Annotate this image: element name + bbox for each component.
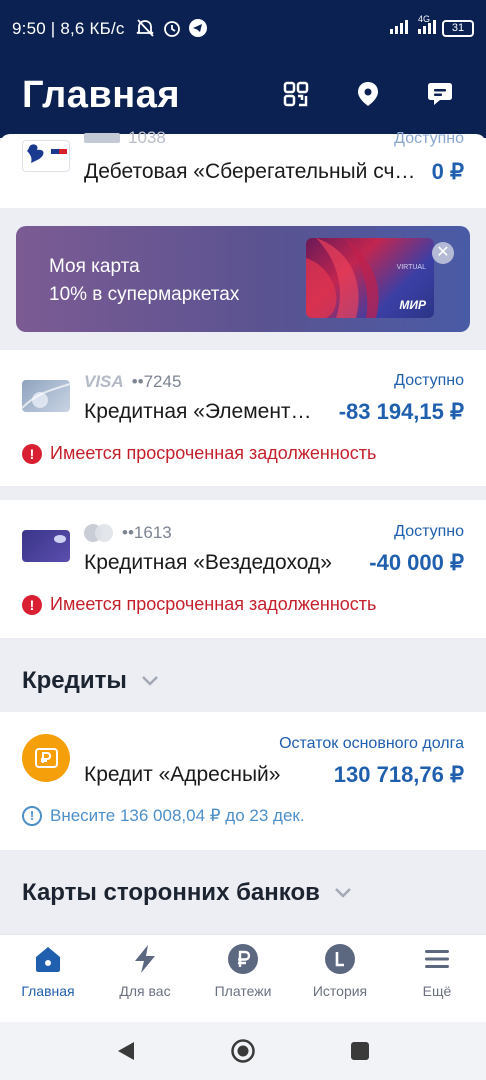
- map-button[interactable]: [352, 78, 384, 110]
- available-label: Доступно: [394, 130, 464, 147]
- back-icon[interactable]: [116, 1040, 136, 1062]
- account-amount: 0 ₽: [431, 159, 464, 184]
- loan-icon: [22, 734, 70, 782]
- warning-text: Имеется просроченная задолженность: [50, 594, 377, 614]
- card-amount: -83 194,15 ₽: [338, 399, 464, 424]
- warning-text: Имеется просроченная задолженность: [50, 443, 377, 463]
- credit-card-item[interactable]: VISA ••7245 Доступно Кредитная «Элемент……: [0, 350, 486, 486]
- network-type: 4G: [418, 14, 431, 24]
- other-banks-section-header[interactable]: Карты сторонних банков: [22, 879, 352, 907]
- qr-scan-button[interactable]: [280, 78, 312, 110]
- account-meta: 1038: [84, 128, 166, 148]
- account-number: 1038: [128, 128, 166, 147]
- chat-button[interactable]: [424, 78, 456, 110]
- bank-logo-icon: [22, 140, 70, 172]
- nav-label: Для вас: [119, 983, 171, 999]
- battery-icon: 31: [442, 20, 474, 37]
- promo-title: Моя карта: [49, 256, 140, 277]
- card-thumbnail: [22, 380, 70, 412]
- app-header: Главная: [0, 58, 486, 138]
- available-label: Доступно: [394, 523, 464, 540]
- card-meta: ••1613: [84, 523, 172, 543]
- nav-label: Платежи: [214, 983, 272, 999]
- info-icon: !: [22, 806, 42, 826]
- signal-icon: 4G: [390, 14, 436, 34]
- nav-more[interactable]: Ещё: [389, 943, 485, 999]
- payment-notice-text: Внесите 136 008,04 ₽ до 23 дек.: [50, 806, 305, 825]
- status-time: 9:50 | 8,6 КБ/с: [12, 19, 125, 38]
- qr-icon: [283, 81, 309, 107]
- card-number: ••1613: [122, 523, 172, 542]
- menu-icon: [425, 950, 449, 968]
- card-thumbnail: [22, 530, 70, 562]
- ruble-icon: [228, 944, 258, 974]
- recents-icon[interactable]: [350, 1041, 370, 1061]
- card-badge: VIRTUAL: [396, 264, 426, 271]
- mastercard-logo-icon: [84, 524, 114, 542]
- nav-payments[interactable]: Платежи: [195, 943, 291, 999]
- card-amount: -40 000 ₽: [369, 550, 464, 575]
- status-bar: 9:50 | 8,6 КБ/с 4G 31: [0, 0, 486, 58]
- alert-icon: !: [22, 594, 42, 615]
- payment-notice: ! Внесите 136 008,04 ₽ до 23 дек.: [22, 806, 305, 826]
- card-name: Кредитная «Элемент…: [84, 400, 312, 423]
- alert-icon: !: [22, 443, 42, 464]
- debit-account-card[interactable]: 1038 Доступно Дебетовая «Сберегательный …: [0, 128, 486, 208]
- chat-icon: [428, 83, 452, 105]
- card-name: Кредитная «Вездедоход»: [84, 551, 332, 574]
- visa-logo: VISA: [84, 372, 124, 391]
- lightning-icon: [135, 945, 155, 973]
- balance-label: Остаток основного долга: [279, 735, 464, 752]
- alarm-icon: [164, 21, 180, 37]
- telegram-icon: [189, 19, 207, 37]
- promo-banner[interactable]: Моя карта 10% в супермаркетах VIRTUAL МИ…: [16, 226, 470, 332]
- nav-home[interactable]: Главная: [0, 943, 96, 999]
- overdue-warning: ! Имеется просроченная задолженность: [22, 594, 376, 615]
- battery-level: 31: [451, 22, 465, 34]
- nav-for-you[interactable]: Для вас: [97, 943, 193, 999]
- credit-card-item[interactable]: ••1613 Доступно Кредитная «Вездедоход» -…: [0, 500, 486, 638]
- nav-history[interactable]: История: [292, 943, 388, 999]
- overdue-warning: ! Имеется просроченная задолженность: [22, 443, 376, 464]
- section-title: Кредиты: [22, 667, 127, 694]
- nav-label: Ещё: [422, 983, 452, 999]
- mute-icon: [136, 19, 154, 37]
- close-icon[interactable]: ✕: [432, 242, 454, 264]
- loan-item[interactable]: Остаток основного долга Кредит «Адресный…: [0, 712, 486, 850]
- credits-section-header[interactable]: Кредиты: [22, 667, 159, 695]
- section-title: Карты сторонних банков: [22, 879, 320, 906]
- card-meta: VISA ••7245: [84, 372, 181, 392]
- home-circle-icon[interactable]: [230, 1038, 256, 1064]
- system-navigation-bar: [0, 1022, 486, 1080]
- account-name: Дебетовая «Сберегательный сч…: [84, 160, 416, 183]
- available-label: Доступно: [394, 372, 464, 389]
- chevron-down-icon: [142, 676, 158, 686]
- nav-label: История: [312, 983, 368, 999]
- page-title: Главная: [22, 74, 181, 116]
- card-number: ••7245: [131, 372, 182, 391]
- loan-name: Кредит «Адресный»: [84, 763, 281, 786]
- status-icons: [135, 18, 207, 38]
- location-pin-icon: [358, 82, 378, 106]
- history-icon: [325, 944, 355, 974]
- virtual-card-image: VIRTUAL МИР: [306, 238, 434, 318]
- nav-label: Главная: [21, 983, 75, 999]
- bottom-navigation: Главная Для вас Платежи История Ещё: [0, 934, 486, 1022]
- home-icon: [36, 947, 60, 972]
- chevron-down-icon: [334, 888, 351, 898]
- card-brand: МИР: [399, 298, 426, 312]
- loan-amount: 130 718,76 ₽: [333, 762, 464, 787]
- promo-subtitle: 10% в супермаркетах: [49, 284, 240, 305]
